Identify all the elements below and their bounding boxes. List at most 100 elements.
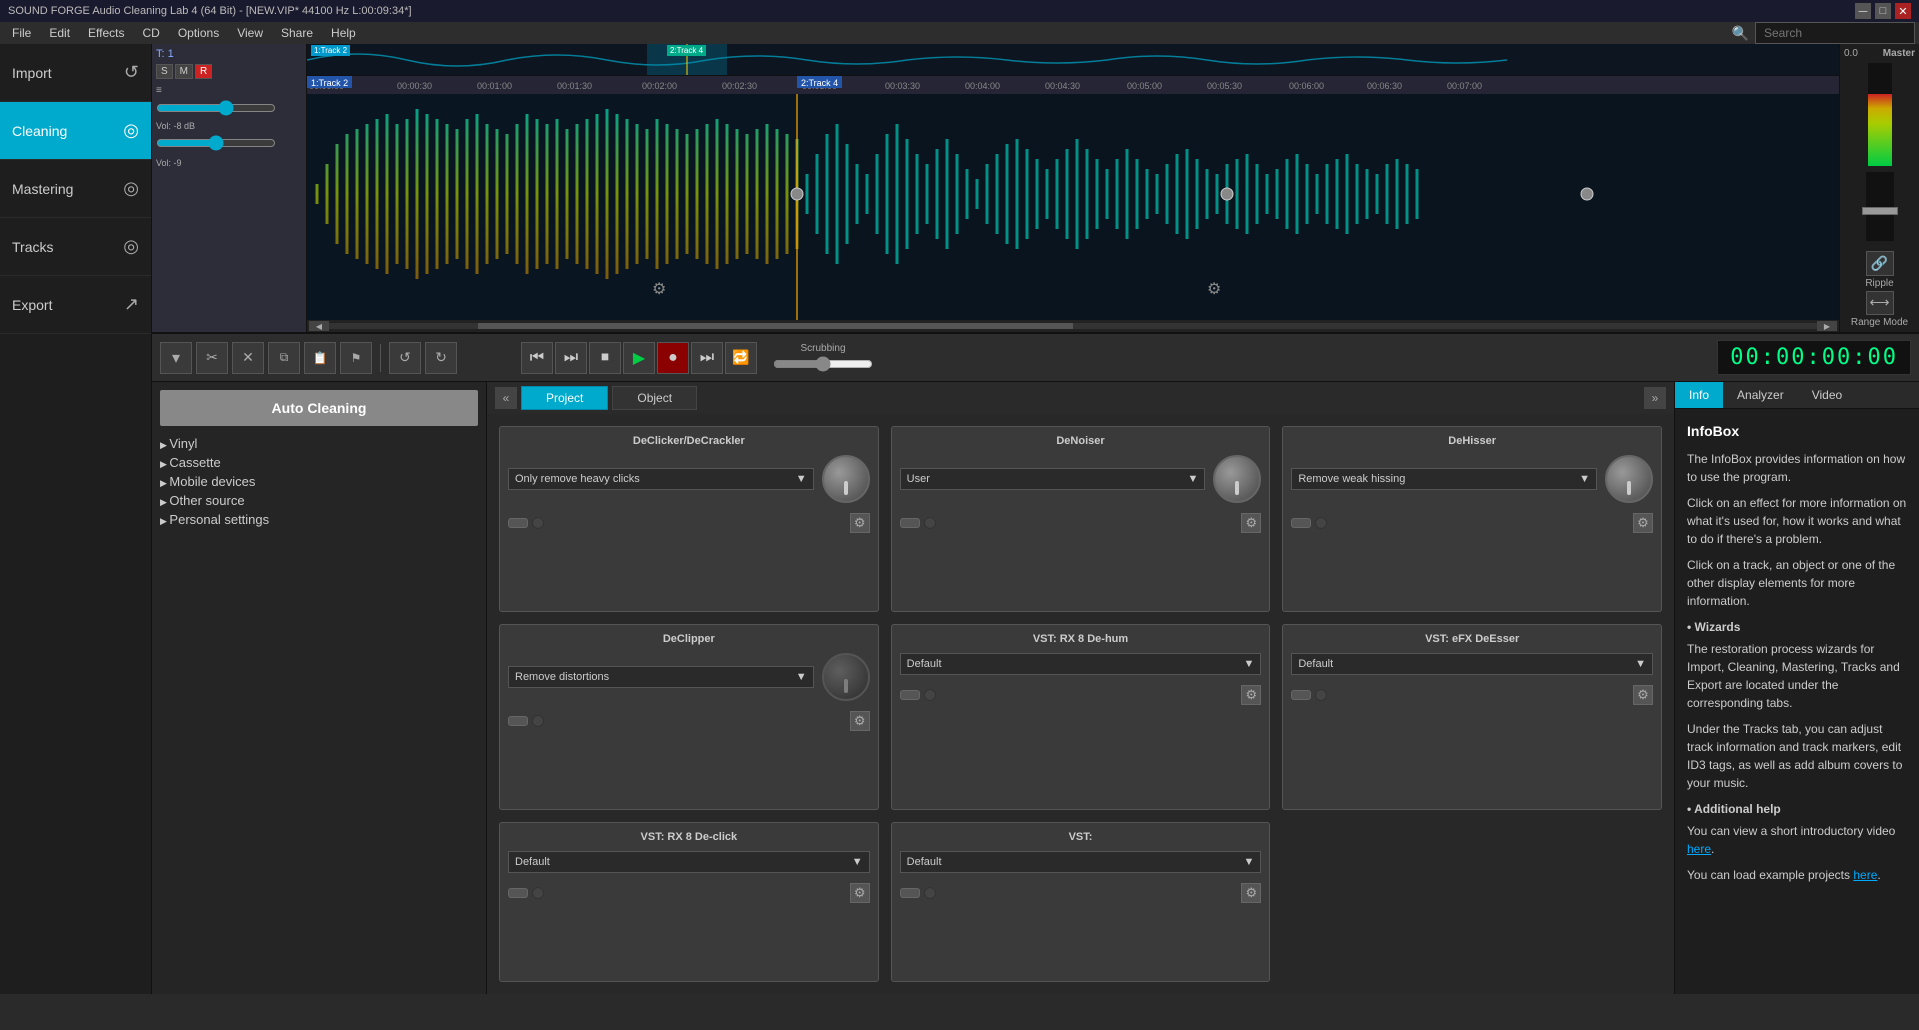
loop-btn[interactable]: 🔁 bbox=[725, 342, 757, 374]
copy-btn[interactable]: ⧉ bbox=[268, 342, 300, 374]
declicker-preset-dropdown[interactable]: Only remove heavy clicks ▼ bbox=[508, 468, 814, 490]
tab-project[interactable]: Project bbox=[521, 386, 608, 410]
fader-handle[interactable] bbox=[1862, 207, 1898, 215]
search-input[interactable] bbox=[1755, 22, 1915, 44]
gear-btn-declicker[interactable]: ⚙ bbox=[850, 513, 870, 533]
gear-btn-vst-deesser[interactable]: ⚙ bbox=[1633, 685, 1653, 705]
waveform-canvas[interactable]: ⚙ ⚙ bbox=[307, 94, 1839, 320]
effect-toggle-vst-empty[interactable] bbox=[900, 887, 936, 899]
track-pan-slider[interactable] bbox=[156, 135, 302, 154]
menu-view[interactable]: View bbox=[229, 24, 271, 42]
scroll-thumb[interactable] bbox=[478, 323, 1073, 329]
window-controls[interactable]: ─ □ ✕ bbox=[1855, 3, 1911, 19]
vst-declick-preset-dropdown[interactable]: Default ▼ bbox=[508, 851, 870, 873]
declipper-preset-dropdown[interactable]: Remove distortions ▼ bbox=[508, 666, 814, 688]
cleaning-other[interactable]: Other source bbox=[152, 491, 486, 510]
gear-btn-vst-dehum[interactable]: ⚙ bbox=[1241, 685, 1261, 705]
maximize-button[interactable]: □ bbox=[1875, 3, 1891, 19]
declicker-knob[interactable] bbox=[822, 455, 870, 503]
menu-help[interactable]: Help bbox=[323, 24, 364, 42]
redo-btn[interactable]: ↻ bbox=[425, 342, 457, 374]
sidebar-item-cleaning[interactable]: Cleaning ◎ bbox=[0, 102, 151, 160]
tab-info[interactable]: Info bbox=[1675, 382, 1723, 408]
cleaning-personal[interactable]: Personal settings bbox=[152, 510, 486, 529]
waveform-scrollbar[interactable]: ◀ ▶ bbox=[307, 320, 1839, 332]
sidebar-item-mastering[interactable]: Mastering ◎ bbox=[0, 160, 151, 218]
effect-toggle-vst-dehum[interactable] bbox=[900, 689, 936, 701]
menu-effects[interactable]: Effects bbox=[80, 24, 132, 42]
dehisser-knob[interactable] bbox=[1605, 455, 1653, 503]
cut-btn[interactable]: ✂ bbox=[196, 342, 228, 374]
close-btn[interactable]: ✕ bbox=[232, 342, 264, 374]
toggle-switch-vst-deesser[interactable] bbox=[1291, 690, 1311, 700]
collapse-btn[interactable]: ▾ bbox=[160, 342, 192, 374]
master-fader[interactable] bbox=[1866, 172, 1894, 241]
gear-btn-declipper[interactable]: ⚙ bbox=[850, 711, 870, 731]
gear-btn-dehisser[interactable]: ⚙ bbox=[1633, 513, 1653, 533]
sidebar-item-import[interactable]: Import ↺ bbox=[0, 44, 151, 102]
goto-start-btn[interactable]: ⏮ bbox=[521, 342, 553, 374]
track-volume-slider[interactable] bbox=[156, 100, 302, 119]
minimize-button[interactable]: ─ bbox=[1855, 3, 1871, 19]
gear-btn-vst-declick[interactable]: ⚙ bbox=[850, 883, 870, 903]
link-btn[interactable]: 🔗 bbox=[1866, 251, 1894, 275]
scroll-track[interactable] bbox=[329, 323, 1817, 329]
tab-video[interactable]: Video bbox=[1798, 382, 1856, 408]
range-mode-btn[interactable]: ⟷ bbox=[1866, 291, 1894, 315]
infobox-projects-link[interactable]: here bbox=[1853, 868, 1877, 882]
toggle-switch-dehisser[interactable] bbox=[1291, 518, 1311, 528]
tab-object[interactable]: Object bbox=[612, 386, 697, 410]
goto-end-btn[interactable]: ⏭ bbox=[691, 342, 723, 374]
sidebar-item-tracks[interactable]: Tracks ◎ bbox=[0, 218, 151, 276]
infobox-video-link[interactable]: here bbox=[1687, 842, 1711, 856]
prev-btn[interactable]: ⏭ bbox=[555, 342, 587, 374]
overview-bar[interactable]: 1:Track 2 2:Track 4 bbox=[307, 44, 1839, 76]
menu-options[interactable]: Options bbox=[170, 24, 227, 42]
menu-file[interactable]: File bbox=[4, 24, 39, 42]
vst-empty-preset-dropdown[interactable]: Default ▼ bbox=[900, 851, 1262, 873]
declipper-knob[interactable] bbox=[822, 653, 870, 701]
effect-toggle-denoiser[interactable] bbox=[900, 517, 936, 529]
track-solo-btn[interactable]: S bbox=[156, 64, 173, 79]
track-mute-btn[interactable]: M bbox=[175, 64, 193, 79]
toggle-switch-denoiser[interactable] bbox=[900, 518, 920, 528]
flag-btn[interactable]: ⚑ bbox=[340, 342, 372, 374]
menu-edit[interactable]: Edit bbox=[41, 24, 78, 42]
dehisser-preset-dropdown[interactable]: Remove weak hissing ▼ bbox=[1291, 468, 1597, 490]
effects-nav-left[interactable]: « bbox=[495, 387, 517, 409]
menu-share[interactable]: Share bbox=[273, 24, 321, 42]
undo-btn[interactable]: ↺ bbox=[389, 342, 421, 374]
play-btn[interactable]: ▶ bbox=[623, 342, 655, 374]
scroll-right[interactable]: ▶ bbox=[1817, 321, 1837, 331]
menu-cd[interactable]: CD bbox=[135, 24, 168, 42]
cleaning-cassette[interactable]: Cassette bbox=[152, 453, 486, 472]
denoiser-preset-dropdown[interactable]: User ▼ bbox=[900, 468, 1206, 490]
gear-btn-denoiser[interactable]: ⚙ bbox=[1241, 513, 1261, 533]
effect-toggle-declipper[interactable] bbox=[508, 715, 544, 727]
auto-cleaning-button[interactable]: Auto Cleaning bbox=[160, 390, 478, 426]
cleaning-vinyl[interactable]: Vinyl bbox=[152, 434, 486, 453]
toggle-switch-vst-declick[interactable] bbox=[508, 888, 528, 898]
stop-btn[interactable]: ⏹ bbox=[589, 342, 621, 374]
toggle-switch-declipper[interactable] bbox=[508, 716, 528, 726]
vst-dehum-preset-dropdown[interactable]: Default ▼ bbox=[900, 653, 1262, 675]
toggle-switch-vst-dehum[interactable] bbox=[900, 690, 920, 700]
toggle-switch-declicker[interactable] bbox=[508, 518, 528, 528]
track-record-btn[interactable]: R bbox=[195, 64, 212, 79]
effect-toggle-vst-declick[interactable] bbox=[508, 887, 544, 899]
toggle-switch-vst-empty[interactable] bbox=[900, 888, 920, 898]
effects-nav-right[interactable]: » bbox=[1644, 387, 1666, 409]
scroll-left[interactable]: ◀ bbox=[309, 321, 329, 331]
sidebar-item-export[interactable]: Export ↗ bbox=[0, 276, 151, 334]
effect-toggle-declicker[interactable] bbox=[508, 517, 544, 529]
gear-btn-vst-empty[interactable]: ⚙ bbox=[1241, 883, 1261, 903]
paste-btn[interactable]: 📋 bbox=[304, 342, 336, 374]
cleaning-mobile[interactable]: Mobile devices bbox=[152, 472, 486, 491]
effect-toggle-vst-deesser[interactable] bbox=[1291, 689, 1327, 701]
tab-analyzer[interactable]: Analyzer bbox=[1723, 382, 1798, 408]
record-btn[interactable]: ● bbox=[657, 342, 689, 374]
scrub-slider[interactable] bbox=[773, 356, 873, 372]
close-button[interactable]: ✕ bbox=[1895, 3, 1911, 19]
vst-deesser-preset-dropdown[interactable]: Default ▼ bbox=[1291, 653, 1653, 675]
denoiser-knob[interactable] bbox=[1213, 455, 1261, 503]
